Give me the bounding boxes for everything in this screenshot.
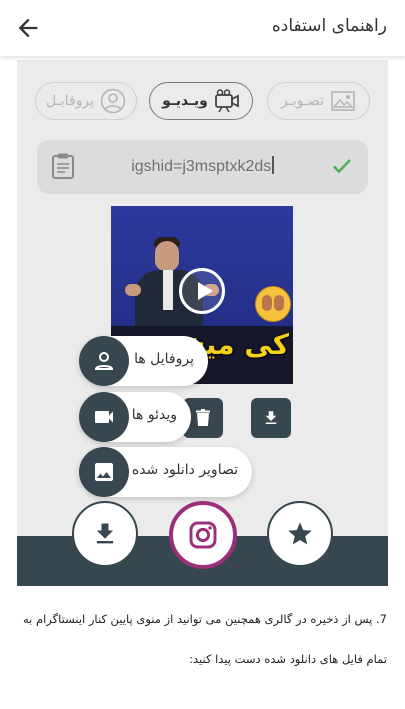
speed-dial-profiles[interactable]: پروفایل ها [79,336,208,386]
tab-profile[interactable]: پروفایـل [35,82,137,120]
speed-dial-videos-label: ویدئو ها [131,407,177,423]
instagram-nav-button[interactable] [169,501,237,569]
speed-dial-profiles-label: پروفایل ها [134,351,194,367]
play-button[interactable] [179,268,225,314]
arrow-back-icon [18,18,38,38]
instruction-line-1: 7. پس از ذخیره در گالری همچنین می توانید… [22,612,387,626]
tab-video[interactable]: ویـدیـو [149,82,253,120]
downloads-nav-button[interactable] [72,501,138,567]
instruction-line-2: تمام فایل های دانلود شده دست پیدا کنید: [189,652,387,666]
image-icon [330,88,356,114]
favorites-nav-button[interactable] [267,501,333,567]
tab-image-label: تصـویـر [280,93,325,109]
download-button[interactable] [251,398,291,438]
videocam-icon [79,392,129,442]
speed-dial-downloaded-images-label: تصاویر دانلود شده [131,462,238,478]
profile-icon [100,88,126,114]
star-icon [288,522,312,545]
thumbnail-person-shirt [163,270,173,310]
person-icon [79,336,129,386]
media-type-tabs: تصـویـر ویـدیـو پروفایـل [35,82,370,120]
check-icon[interactable] [330,154,354,182]
download-icon [265,411,277,424]
speed-dial-downloaded-images[interactable]: تصاویر دانلود شده [79,447,252,497]
speed-dial-videos[interactable]: ویدئو ها [79,392,191,442]
trash-icon [196,409,210,426]
tab-video-label: ویـدیـو [162,93,208,109]
image-icon [79,447,129,497]
page-title: راهنمای استفاده [271,16,387,36]
thumbnail-hand-left [125,284,141,296]
tutorial-illustration: تصـویـر ویـدیـو پروفایـل igshid=j3msptxk… [17,60,388,586]
thumbnail-person-head [155,241,179,271]
back-button[interactable] [14,14,42,42]
tab-image[interactable]: تصـویـر [267,82,370,120]
text-caret [272,156,274,174]
app-header: راهنمای استفاده [0,0,405,56]
url-input-bar[interactable]: igshid=j3msptxk2ds [37,140,368,194]
emoji-sticker-icon [255,286,291,322]
url-value: igshid=j3msptxk2ds [131,158,272,175]
download-icon [96,523,114,544]
tab-profile-label: پروفایـل [46,93,94,109]
video-camera-icon [214,88,240,114]
instagram-icon [189,521,217,549]
url-input[interactable]: igshid=j3msptxk2ds [37,156,368,176]
